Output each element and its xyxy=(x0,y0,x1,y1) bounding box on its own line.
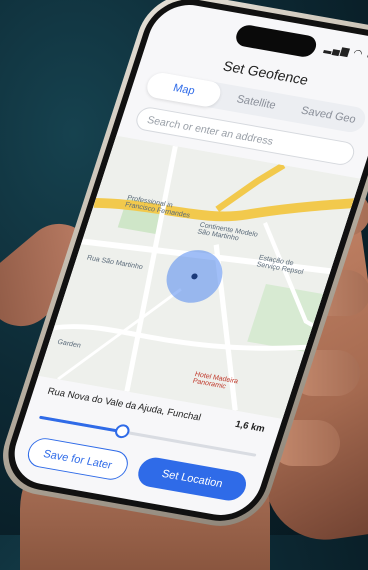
status-icons: ▂▄▆ ◠ ▭ xyxy=(323,43,368,63)
set-location-button[interactable]: Set Location xyxy=(134,455,250,503)
map-view[interactable]: Professional in Francisco Fernandes Cont… xyxy=(38,135,361,419)
phone-frame: ▂▄▆ ◠ ▭ Set Geofence Map Satellite Saved… xyxy=(0,0,368,534)
dynamic-island xyxy=(233,23,319,59)
slider-handle[interactable] xyxy=(112,423,131,440)
phone: ▂▄▆ ◠ ▭ Set Geofence Map Satellite Saved… xyxy=(0,0,368,534)
phone-bezel: ▂▄▆ ◠ ▭ Set Geofence Map Satellite Saved… xyxy=(0,0,368,528)
tab-saved-geo[interactable]: Saved Geo xyxy=(288,96,368,134)
save-for-later-button[interactable]: Save for Later xyxy=(23,435,132,483)
tab-map[interactable]: Map xyxy=(143,70,225,109)
slider-fill xyxy=(38,415,123,434)
tab-satellite[interactable]: Satellite xyxy=(216,84,296,122)
radius-distance: 1,6 km xyxy=(233,418,267,435)
location-pin xyxy=(190,273,199,280)
signal-icon: ▂▄▆ xyxy=(322,42,352,58)
phone-screen: ▂▄▆ ◠ ▭ Set Geofence Map Satellite Saved… xyxy=(5,0,368,521)
wifi-icon: ◠ xyxy=(351,47,365,61)
